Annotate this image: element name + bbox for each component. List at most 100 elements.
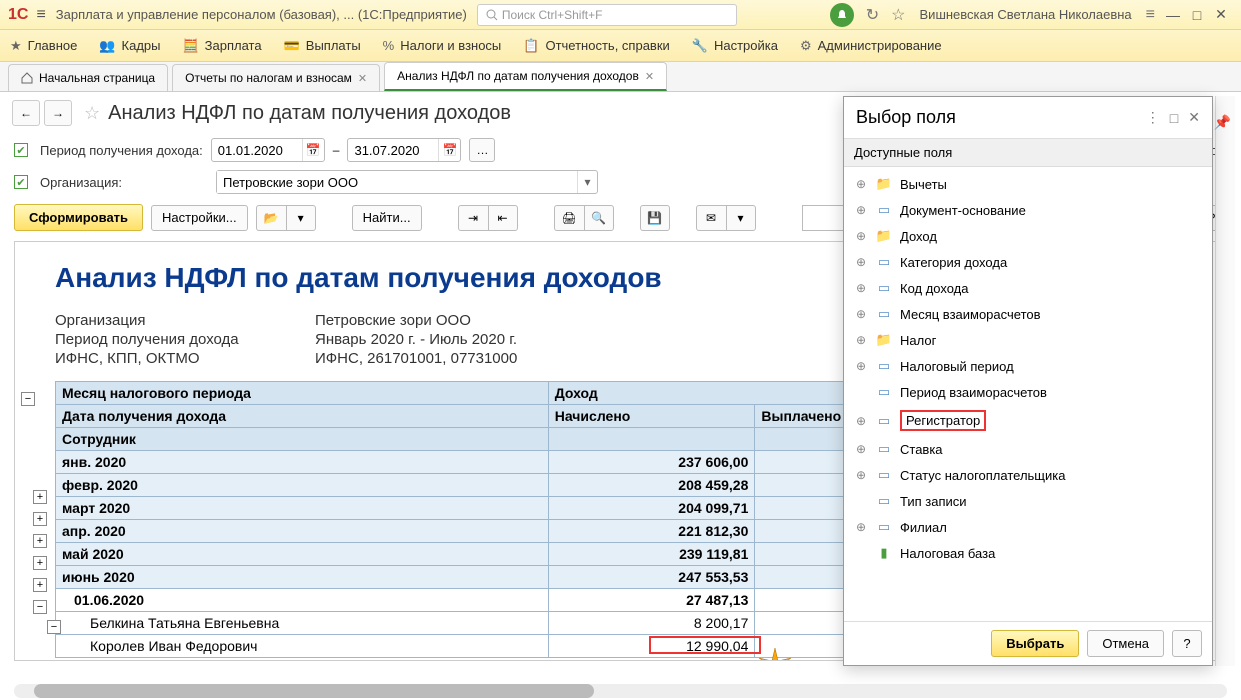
expand-icon[interactable]: ⊕ — [854, 442, 868, 456]
field-item[interactable]: ⊕▭Месяц взаиморасчетов — [844, 301, 1212, 327]
tab-home[interactable]: Начальная страница — [8, 64, 168, 91]
notifications-icon[interactable] — [830, 3, 854, 27]
dialog-help-button[interactable]: ? — [1172, 630, 1202, 657]
date-from-input[interactable]: 📅 — [211, 138, 325, 162]
dropdown-icon[interactable]: ▾ — [577, 171, 597, 193]
calendar-icon[interactable]: 📅 — [302, 139, 324, 161]
select-button[interactable]: Выбрать — [991, 630, 1079, 657]
tree-expand[interactable]: + — [33, 490, 47, 504]
history-icon[interactable]: ↻ — [866, 5, 879, 25]
menu-icon[interactable]: ≡ — [1146, 6, 1155, 24]
menu-payments[interactable]: 💳Выплаты — [284, 38, 361, 54]
field-item[interactable]: ⊕📁Налог — [844, 327, 1212, 353]
variant-dd-icon[interactable]: ▾ — [286, 205, 316, 231]
favorite-icon[interactable]: ☆ — [891, 5, 905, 25]
menu-reports[interactable]: 📋Отчетность, справки — [523, 38, 670, 54]
tree-collapse[interactable]: − — [33, 600, 47, 614]
menu-main[interactable]: ★Главное — [10, 38, 77, 54]
expand-icon[interactable]: ⊕ — [854, 229, 868, 243]
expand-icon[interactable]: ⊕ — [854, 468, 868, 482]
nav-forward-button[interactable]: → — [44, 100, 72, 126]
tree-collapse[interactable]: − — [47, 620, 61, 634]
period-checkbox[interactable]: ✔ — [14, 143, 28, 157]
tab-ndfl-analysis[interactable]: Анализ НДФЛ по датам получения доходов✕ — [384, 62, 667, 91]
save-icon[interactable]: 💾 — [640, 205, 670, 231]
expand-icon[interactable]: ⊕ — [854, 255, 868, 269]
field-item[interactable]: ⊕▭Статус налогоплательщика — [844, 462, 1212, 488]
date-from-field[interactable] — [212, 143, 302, 158]
field-item[interactable]: ⊕▭Документ-основание — [844, 197, 1212, 223]
expand-icon[interactable]: ⇥ — [458, 205, 488, 231]
calendar-icon[interactable]: 📅 — [438, 139, 460, 161]
expand-icon[interactable]: ⊕ — [854, 177, 868, 191]
expand-icon[interactable] — [854, 494, 868, 508]
field-item[interactable]: ▭Период взаиморасчетов — [844, 379, 1212, 405]
folder-icon: 📁 — [876, 332, 892, 348]
dialog-maximize-icon[interactable]: □ — [1170, 110, 1178, 126]
org-checkbox[interactable]: ✔ — [14, 175, 28, 189]
dialog-close-icon[interactable]: ✕ — [1188, 109, 1200, 126]
expand-icon[interactable] — [854, 385, 868, 399]
variant-icon[interactable]: 📂 — [256, 205, 286, 231]
menu-settings[interactable]: 🔧Настройка — [692, 38, 778, 54]
user-name[interactable]: Вишневская Светлана Николаевна — [920, 7, 1132, 22]
tree-collapse[interactable]: − — [21, 392, 35, 406]
tree-expand[interactable]: + — [33, 578, 47, 592]
global-search[interactable]: Поиск Ctrl+Shift+F — [477, 4, 737, 26]
org-combo[interactable]: ▾ — [216, 170, 598, 194]
dialog-more-icon[interactable]: ⋮ — [1146, 109, 1160, 126]
expand-icon[interactable]: ⊕ — [854, 333, 868, 347]
pin-icon[interactable]: 📌 — [1214, 114, 1231, 131]
field-item[interactable]: ⊕📁Доход — [844, 223, 1212, 249]
find-button[interactable]: Найти... — [352, 205, 422, 231]
field-item[interactable]: ⊕▭Регистратор — [844, 405, 1212, 436]
generate-button[interactable]: Сформировать — [14, 204, 143, 231]
field-item[interactable]: ⊕▭Ставка — [844, 436, 1212, 462]
date-to-field[interactable] — [348, 143, 438, 158]
close-icon[interactable]: ✕ — [645, 70, 654, 83]
expand-icon[interactable]: ⊕ — [854, 203, 868, 217]
field-item[interactable]: ⊕📁Вычеты — [844, 171, 1212, 197]
close-icon[interactable]: ✕ — [358, 72, 367, 85]
expand-icon[interactable] — [854, 546, 868, 560]
expand-icon[interactable]: ⊕ — [854, 307, 868, 321]
email-icon[interactable]: ✉ — [696, 205, 726, 231]
horizontal-scrollbar[interactable] — [14, 684, 1227, 698]
field-item[interactable]: ⊕▭Филиал — [844, 514, 1212, 540]
minimize-button[interactable]: — — [1161, 7, 1185, 23]
org-field[interactable] — [217, 171, 577, 193]
tree-expand[interactable]: + — [33, 556, 47, 570]
preview-icon[interactable]: 🔍 — [584, 205, 614, 231]
app-logo: 1C — [8, 6, 28, 24]
period-more-button[interactable]: … — [469, 138, 495, 162]
expand-icon[interactable]: ⊕ — [854, 520, 868, 534]
menu-hr[interactable]: 👥Кадры — [99, 38, 160, 54]
tab-tax-reports[interactable]: Отчеты по налогам и взносам✕ — [172, 64, 380, 91]
field-item[interactable]: ▭Тип записи — [844, 488, 1212, 514]
field-item[interactable]: ▮Налоговая база — [844, 540, 1212, 566]
hamburger-icon[interactable]: ≡ — [36, 6, 45, 24]
collapse-icon[interactable]: ⇤ — [488, 205, 518, 231]
menu-taxes[interactable]: %Налоги и взносы — [383, 38, 502, 53]
settings-button[interactable]: Настройки... — [151, 205, 248, 231]
menu-admin[interactable]: ⚙Администрирование — [800, 38, 942, 54]
cancel-button[interactable]: Отмена — [1087, 630, 1164, 657]
email-dd-icon[interactable]: ▾ — [726, 205, 756, 231]
tree-expand[interactable]: + — [33, 512, 47, 526]
expand-icon[interactable]: ⊕ — [854, 414, 868, 428]
favorite-page-icon[interactable]: ☆ — [84, 103, 100, 124]
expand-icon[interactable]: ⊕ — [854, 281, 868, 295]
field-item[interactable]: ⊕▭Код дохода — [844, 275, 1212, 301]
field-item[interactable]: ⊕▭Категория дохода — [844, 249, 1212, 275]
menu-salary[interactable]: 🧮Зарплата — [182, 38, 261, 54]
date-to-input[interactable]: 📅 — [347, 138, 461, 162]
close-button[interactable]: ✕ — [1209, 6, 1233, 23]
tree-expand[interactable]: + — [33, 534, 47, 548]
nav-back-button[interactable]: ← — [12, 100, 40, 126]
app-title: Зарплата и управление персоналом (базова… — [56, 7, 467, 22]
field-item[interactable]: ⊕▭Налоговый период — [844, 353, 1212, 379]
expand-icon[interactable]: ⊕ — [854, 359, 868, 373]
field-list[interactable]: ⊕📁Вычеты⊕▭Документ-основание⊕📁Доход⊕▭Кат… — [844, 167, 1212, 621]
maximize-button[interactable]: □ — [1185, 7, 1209, 23]
print-icon[interactable]: 🖨 — [554, 205, 584, 231]
